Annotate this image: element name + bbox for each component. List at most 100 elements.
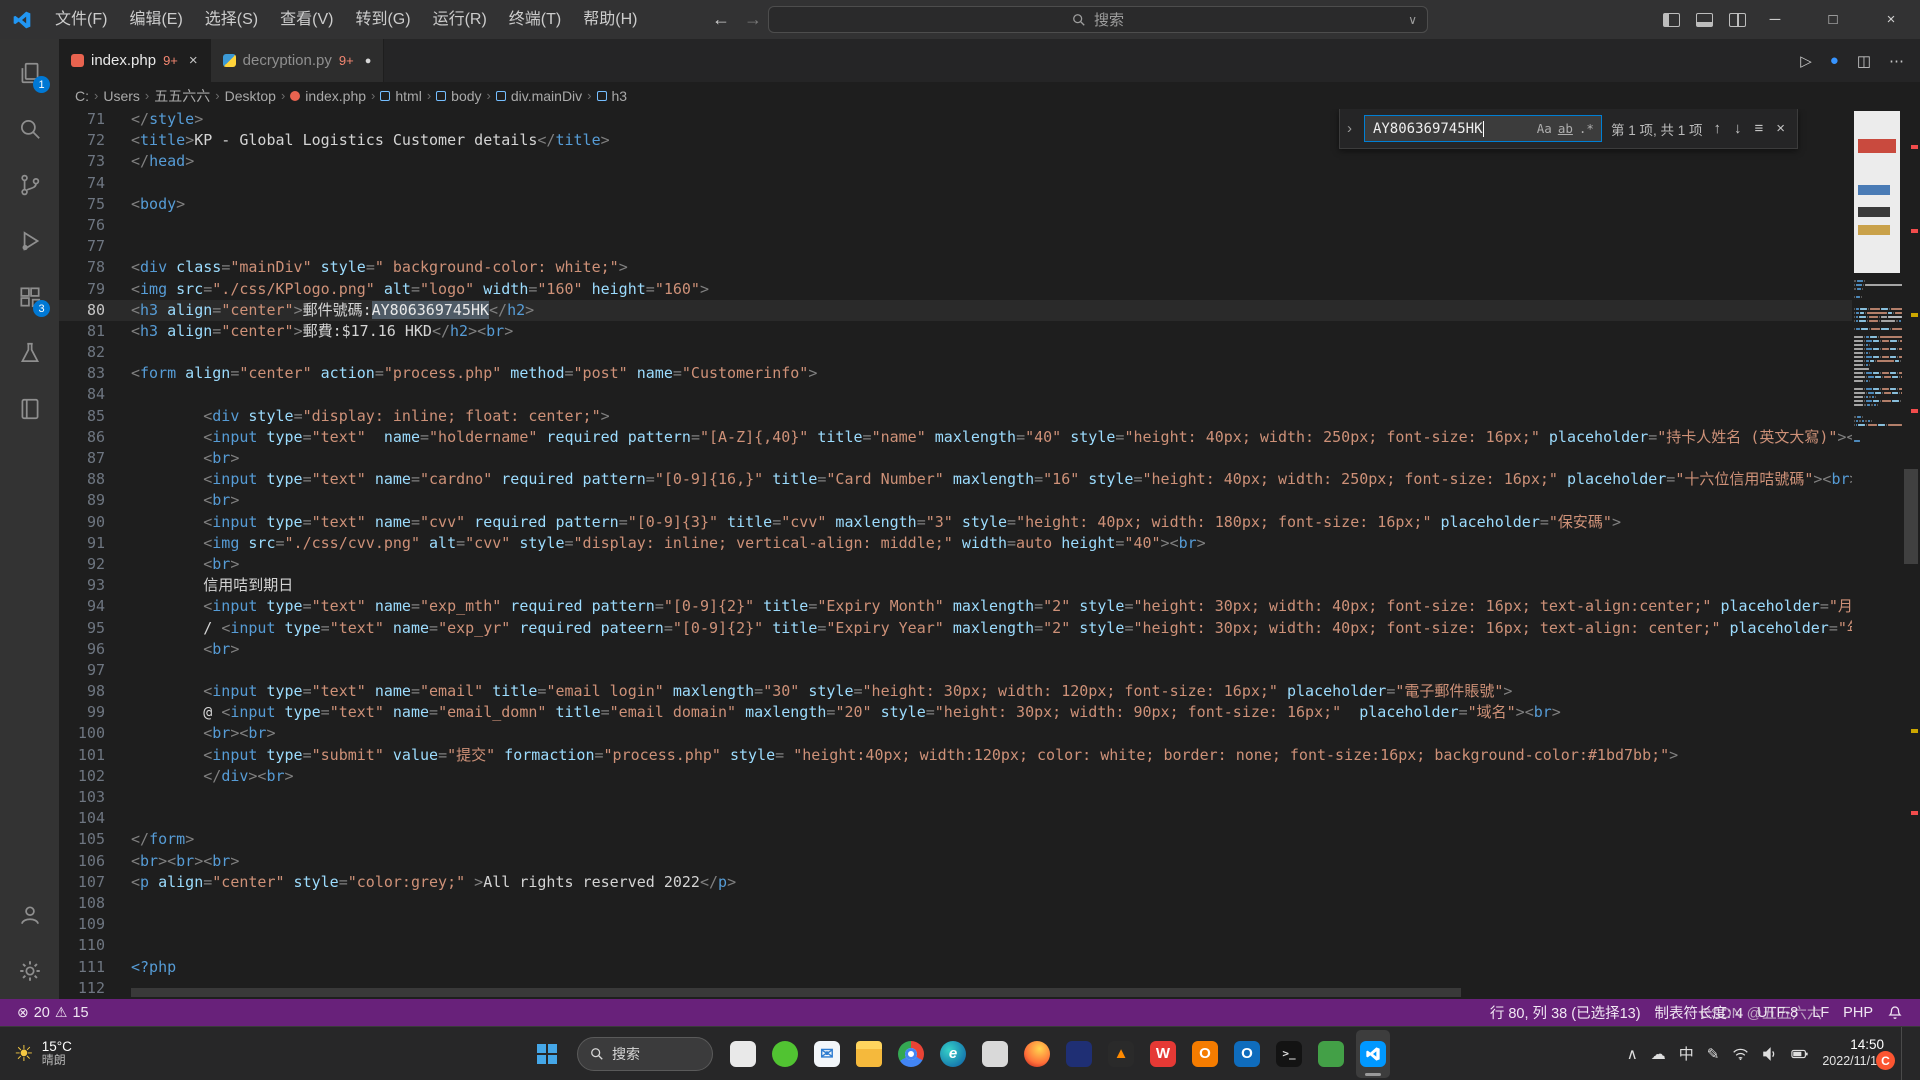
code-line[interactable]: 89 <br> [59, 490, 1902, 511]
code-line[interactable]: 105</form> [59, 829, 1902, 850]
taskbar-app-vlc[interactable]: ▲ [1104, 1030, 1138, 1078]
breadcrumb-item[interactable]: Users [101, 88, 142, 104]
code-line[interactable]: 97 [59, 660, 1902, 681]
breadcrumb-item[interactable]: Desktop [223, 88, 278, 104]
editor-scrollbar[interactable] [1902, 109, 1920, 999]
encoding[interactable]: UTF-8 [1750, 999, 1805, 1026]
code-line[interactable]: 84 [59, 384, 1902, 405]
menu-item[interactable]: 帮助(H) [572, 0, 648, 39]
regex-toggle[interactable]: .* [1576, 120, 1597, 137]
taskbar-app-mail[interactable]: ✉ [810, 1030, 844, 1078]
code-line[interactable]: 101 <input type="submit" value="提交" form… [59, 745, 1902, 766]
code-line[interactable]: 75<body> [59, 194, 1902, 215]
code-line[interactable]: 88 <input type="text" name="cardno" requ… [59, 469, 1902, 490]
start-button[interactable] [530, 1037, 564, 1071]
taskbar-search[interactable]: 搜索 [577, 1037, 713, 1071]
breadcrumb-item[interactable]: 五五六六 [152, 86, 212, 106]
code-line[interactable]: 103 [59, 787, 1902, 808]
breadcrumb-item[interactable]: index.php [288, 88, 368, 104]
account-icon[interactable] [0, 887, 59, 943]
more-actions-button[interactable]: ⋯ [1889, 52, 1904, 70]
breadcrumb-item[interactable]: C: [73, 88, 91, 104]
code-line[interactable]: 99 @ <input type="text" name="email_domn… [59, 702, 1902, 723]
split-editor-button[interactable]: ◫ [1857, 52, 1871, 70]
taskbar-app-wechat[interactable] [768, 1030, 802, 1078]
find-previous-icon[interactable]: ↑ [1711, 120, 1723, 137]
taskbar-app-wps[interactable]: W [1146, 1030, 1180, 1078]
code-line[interactable]: 76 [59, 215, 1902, 236]
taskbar-app-file-explorer[interactable] [852, 1030, 886, 1078]
maximize-button[interactable]: □ [1804, 0, 1862, 39]
code-line[interactable]: 83<form align="center" action="process.p… [59, 363, 1902, 384]
breadcrumb-item[interactable]: body [434, 88, 483, 104]
close-tab-icon[interactable]: × [189, 52, 198, 69]
weather-widget[interactable]: ☀ 15°C 晴朗 [0, 1027, 86, 1080]
indentation[interactable]: 制表符长度: 4 [1648, 999, 1751, 1026]
search-view-icon[interactable] [0, 101, 59, 157]
taskbar-app-terminal[interactable]: >_ [1272, 1030, 1306, 1078]
notebook-icon[interactable] [0, 381, 59, 437]
code-line[interactable]: 87 <br> [59, 448, 1902, 469]
settings-gear-icon[interactable] [0, 943, 59, 999]
breadcrumb-item[interactable]: div.mainDiv [494, 88, 584, 104]
testing-icon[interactable] [0, 325, 59, 381]
code-line[interactable]: 107<p align="center" style="color:grey;"… [59, 872, 1902, 893]
show-desktop-button[interactable] [1901, 1027, 1906, 1080]
customize-layout-icon[interactable] [1729, 13, 1746, 27]
source-control-icon[interactable] [0, 157, 59, 213]
code-line[interactable]: 77 [59, 236, 1902, 257]
taskbar-app-firefox[interactable] [1020, 1030, 1054, 1078]
close-button[interactable]: × [1862, 0, 1920, 39]
ime-indicator[interactable]: 中 [1679, 1043, 1694, 1064]
cloud-icon[interactable]: ☁ [1651, 1045, 1666, 1063]
breadcrumb-item[interactable]: h3 [595, 88, 630, 104]
horizontal-scrollbar[interactable] [131, 988, 1461, 997]
taskbar-app-app-green[interactable] [1314, 1030, 1348, 1078]
match-case-toggle[interactable]: Aa [1534, 120, 1555, 137]
taskbar-app-edge[interactable]: e [936, 1030, 970, 1078]
taskbar-app-office-orange[interactable]: O [1188, 1030, 1222, 1078]
code-line[interactable]: 100 <br><br> [59, 723, 1902, 744]
code-line[interactable]: 73</head> [59, 151, 1902, 172]
find-in-selection-icon[interactable]: ≡ [1752, 120, 1765, 137]
chevron-up-icon[interactable]: ∧ [1627, 1045, 1638, 1063]
problems-status[interactable]: ⊗ 20 ⚠ 15 [10, 999, 96, 1026]
code-line[interactable]: 94 <input type="text" name="exp_mth" req… [59, 596, 1902, 617]
menu-item[interactable]: 文件(F) [44, 0, 118, 39]
minimap[interactable] [1852, 109, 1902, 999]
pen-icon[interactable]: ✎ [1707, 1045, 1720, 1063]
code-line[interactable]: 106<br><br><br> [59, 851, 1902, 872]
find-input[interactable]: AY806369745HK Aa ab .* [1364, 115, 1602, 142]
wifi-icon[interactable] [1732, 1047, 1749, 1061]
find-close-icon[interactable]: × [1774, 120, 1787, 137]
volume-icon[interactable] [1762, 1047, 1778, 1061]
code-line[interactable]: 93 信用咭到期日 [59, 575, 1902, 596]
open-in-browser-button[interactable]: ● [1830, 52, 1839, 69]
code-area[interactable]: 71</style>72<title>KP - Global Logistics… [59, 109, 1902, 999]
code-line[interactable]: 79<img src="./css/KPlogo.png" alt="logo"… [59, 279, 1902, 300]
code-line[interactable]: 74 [59, 173, 1902, 194]
tab-decryption-py[interactable]: decryption.py 9+ ● [211, 39, 385, 82]
notifications-bell-icon[interactable] [1880, 999, 1910, 1026]
toggle-panel-icon[interactable] [1696, 13, 1713, 27]
nav-forward-icon[interactable]: → [744, 9, 762, 30]
taskbar-app-task-view[interactable] [726, 1030, 760, 1078]
code-line[interactable]: 92 <br> [59, 554, 1902, 575]
toggle-sidebar-icon[interactable] [1663, 13, 1680, 27]
menu-item[interactable]: 选择(S) [194, 0, 269, 39]
menu-item[interactable]: 编辑(E) [118, 0, 193, 39]
code-line[interactable]: 98 <input type="text" name="email" title… [59, 681, 1902, 702]
find-next-icon[interactable]: ↓ [1732, 120, 1744, 137]
code-line[interactable]: 85 <div style="display: inline; float: c… [59, 406, 1902, 427]
code-line[interactable]: 82 [59, 342, 1902, 363]
code-line[interactable]: 81<h3 align="center">郵費:$17.16 HKD</h2><… [59, 321, 1902, 342]
menu-item[interactable]: 转到(G) [344, 0, 421, 39]
code-line[interactable]: 95 / <input type="text" name="exp_yr" re… [59, 618, 1902, 639]
taskbar-clock[interactable]: 14:50 2022/11/15 [1822, 1037, 1884, 1070]
nav-back-icon[interactable]: ← [712, 9, 730, 30]
battery-icon[interactable] [1791, 1048, 1809, 1060]
code-line[interactable]: 104 [59, 808, 1902, 829]
code-line[interactable]: 110 [59, 935, 1902, 956]
extensions-icon[interactable]: 3 [0, 269, 59, 325]
tab-index-php[interactable]: index.php 9+ × [59, 39, 211, 82]
